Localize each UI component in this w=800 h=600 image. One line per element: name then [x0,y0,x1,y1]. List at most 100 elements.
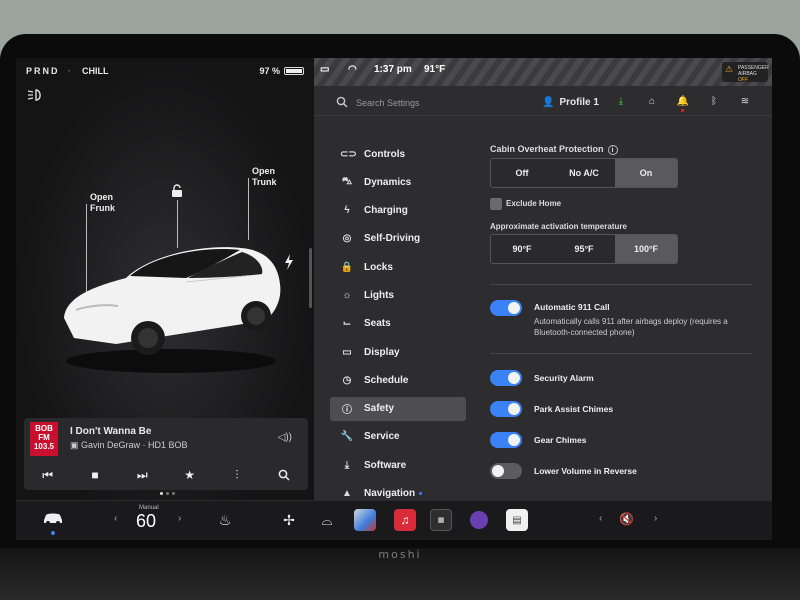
sun-icon: ☼ [342,289,352,301]
favorite-star-icon[interactable]: ★ [179,466,201,484]
car-icon[interactable] [42,511,64,525]
search-settings-input[interactable] [356,94,516,112]
nav-item-label: Safety [364,403,395,415]
nav-item-label: Navigation [364,488,416,500]
nav-item-controls[interactable]: ⊂⊃ Controls [330,142,466,166]
previous-track-icon[interactable]: ⏮ [37,466,59,484]
climate-temperature[interactable]: 60 [136,511,156,532]
status-separator: · [68,66,71,76]
outside-temperature: 91°F [424,64,446,75]
calendar-app-icon[interactable]: ▤ [506,509,528,531]
nav-item-self-driving[interactable]: ◎ Self-Driving [330,227,466,251]
automatic-911-toggle[interactable] [490,300,522,316]
open-trunk-button[interactable]: Open Trunk [252,166,277,188]
activation-temp-label: Approximate activation temperature [490,222,627,231]
open-frunk-line2: Frunk [90,203,116,213]
download-icon: ⤓ [344,459,350,471]
nav-item-label: Software [364,459,407,471]
nav-item-label: Lights [364,289,394,301]
security-alarm-toggle[interactable] [490,370,522,386]
gear-chimes-label: Gear Chimes [534,435,587,445]
toybox-app-icon[interactable]: ▦ [430,509,452,531]
next-track-icon[interactable]: ⏭ [131,466,153,484]
headlight-icon[interactable] [26,88,44,102]
station-logo: BOB FM 103.5 [30,422,58,456]
profile-button[interactable]: 👤 Profile 1 [542,97,599,108]
airbag-state: OFF [738,77,748,83]
open-frunk-button[interactable]: Open Frunk [90,192,115,214]
media-source-icon[interactable]: ◁)) [278,432,292,443]
equalizer-icon[interactable]: ⫶ [226,466,248,484]
exclude-home-checkbox[interactable] [490,198,502,210]
open-trunk-line2: Trunk [252,177,277,187]
media-player: BOB FM 103.5 I Don't Wanna Be ▣ Gavin De… [24,418,308,490]
nav-item-display[interactable]: ▭ Display [330,340,466,364]
stop-icon[interactable]: ■ [84,466,106,484]
page-dot [172,492,175,495]
temp-down-chevron[interactable]: ‹ [114,513,117,524]
activation-temp-option-95-f[interactable]: 95°F [553,235,615,263]
media-controls: ⏮ ■ ⏭ ★ ⫶ [24,462,308,488]
nav-item-lights[interactable]: ☼ Lights [330,283,466,307]
volume-down-chevron[interactable]: ‹ [599,513,602,524]
header-icons: ⤓ ⌂ 🔔 ᛒ ≋ [614,96,752,112]
camera-icon[interactable]: ▭ [320,64,329,75]
track-artist-station: ▣ Gavin DeGraw · HD1 BOB [70,440,188,451]
security-alarm-label: Security Alarm [534,373,594,383]
garage-icon[interactable]: ⌂ [645,96,659,107]
music-app-icon[interactable]: ♫ [394,509,416,531]
cabin-overheat-option-off[interactable]: Off [491,159,553,187]
nav-item-label: Seats [364,318,391,330]
user-icon: 👤 [542,97,555,108]
nav-item-dynamics[interactable]: ⛍ Dynamics [330,170,466,194]
bluetooth-icon[interactable]: ᛒ [707,96,721,107]
car-panel-scrollbar[interactable] [309,248,312,308]
nav-item-label: Display [364,346,400,358]
steering-wheel-icon: ◎ [342,233,352,245]
unlock-icon[interactable] [171,184,183,198]
wifi-signal-icon[interactable]: ≋ [738,96,752,107]
media-search-icon[interactable] [273,466,295,484]
display-icon: ▭ [342,346,352,358]
cabin-overheat-option-on[interactable]: On [615,159,677,187]
park-assist-chimes-toggle[interactable] [490,401,522,417]
nav-item-seats[interactable]: ⌙ Seats [330,312,466,336]
nav-item-label: Charging [364,205,408,217]
activation-temp-option-100-f[interactable]: 100°F [615,235,677,263]
drive-mode: CHILL [82,66,109,76]
settings-nav: ⊂⊃ Controls ⛍ Dynamics ϟ Charging ◎ Self-Drivin… [330,142,466,500]
windshield-defrost-icon[interactable]: ⌓ [316,509,338,531]
nav-item-locks[interactable]: 🔒 Locks [330,255,466,279]
volume-up-chevron[interactable]: › [654,513,657,524]
nav-item-charging[interactable]: ϟ Charging [330,199,466,223]
status-bar: PRND · CHILL 97 % [26,66,304,80]
navigation-app-icon[interactable] [354,509,376,531]
nav-item-label: Dynamics [364,176,412,188]
info-icon[interactable]: i [607,145,618,155]
activation-temp-option-90-f[interactable]: 90°F [491,235,553,263]
mount-brand: moshi [378,548,422,561]
battery-fill [286,69,302,73]
nav-item-safety[interactable]: ⓘ Safety [330,396,466,421]
gear-chimes-toggle[interactable] [490,432,522,448]
bell-icon[interactable]: 🔔 [676,96,690,112]
car-icon: ⛍ [341,175,353,187]
camera-app-icon[interactable] [470,511,488,529]
bolt-icon: ϟ [344,205,350,217]
nav-item-software[interactable]: ⤓ Software [330,453,466,477]
battery-status: 97 % [259,66,304,76]
car-model-image [64,247,281,373]
mute-volume-icon[interactable]: 🔇 [619,512,634,526]
nav-item-schedule[interactable]: ◷ Schedule [330,368,466,392]
nav-item-service[interactable]: 🔧 Service [330,425,466,449]
fan-icon[interactable]: ✢ [278,509,300,531]
activation-temp-selector: 90°F 95°F 100°F [490,234,678,264]
lower-volume-reverse-toggle[interactable] [490,463,522,479]
battery-icon [284,67,304,75]
map-status-bar: ▭ ◠ 1:37 pm 91°F [314,64,772,80]
cabin-overheat-option-no-a-c[interactable]: No A/C [553,159,615,187]
temp-up-chevron[interactable]: › [178,513,181,524]
nav-item-navigation[interactable]: ▲ Navigation [330,482,466,500]
rear-defrost-seat-heat-icon[interactable]: ♨ [214,509,236,531]
download-icon[interactable]: ⤓ [614,96,628,107]
